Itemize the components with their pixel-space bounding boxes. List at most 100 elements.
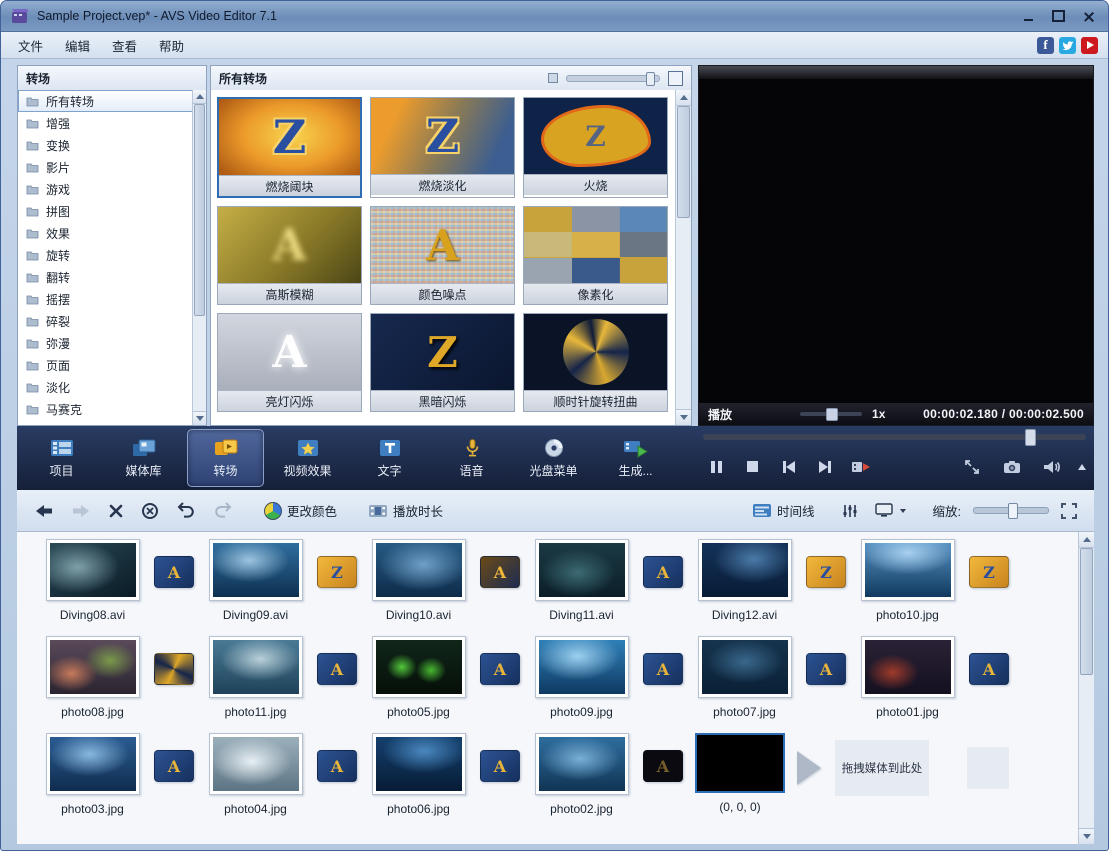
- storyboard-scrollbar[interactable]: [1078, 532, 1094, 844]
- duration-button[interactable]: 播放时长: [363, 497, 448, 524]
- category-item[interactable]: 效果: [18, 222, 193, 244]
- transition-tile[interactable]: 燃烧淡化: [370, 97, 515, 198]
- storyboard-transition-icon[interactable]: [154, 653, 194, 685]
- storyboard-clip[interactable]: photo11.jpg: [206, 636, 305, 719]
- facebook-icon[interactable]: f: [1037, 37, 1054, 54]
- storyboard-transition-icon[interactable]: [317, 653, 357, 685]
- slider-thumb[interactable]: [646, 72, 655, 86]
- transitions-grid-scrollbar[interactable]: [675, 90, 691, 425]
- storyboard-clip-selected[interactable]: (0, 0, 0): [695, 733, 785, 814]
- tab-voice[interactable]: 语音: [433, 429, 510, 487]
- back-button[interactable]: [29, 499, 59, 523]
- storyboard-clip[interactable]: photo03.jpg: [43, 733, 142, 816]
- storyboard-transition-icon[interactable]: [317, 556, 357, 588]
- produce-preview-button[interactable]: [847, 455, 874, 479]
- monitor-view-button[interactable]: [870, 499, 911, 522]
- transition-tile-selected[interactable]: 燃烧阈块: [217, 97, 362, 198]
- redo-button[interactable]: [208, 498, 238, 523]
- storyboard-transition-icon[interactable]: [806, 653, 846, 685]
- storyboard-clip[interactable]: photo02.jpg: [532, 733, 631, 816]
- category-list-scrollbar[interactable]: [192, 90, 206, 425]
- tab-video-effects[interactable]: 视频效果: [269, 429, 346, 487]
- next-frame-button[interactable]: [811, 455, 838, 479]
- volume-button[interactable]: [1038, 455, 1065, 479]
- audio-mixer-button[interactable]: [837, 499, 863, 523]
- scroll-up-icon[interactable]: [1079, 532, 1094, 548]
- storyboard-clip[interactable]: Diving10.avi: [369, 539, 468, 622]
- timeline-toggle-button[interactable]: 时间线: [747, 497, 820, 524]
- menu-file[interactable]: 文件: [7, 33, 54, 58]
- scroll-up-icon[interactable]: [193, 90, 206, 104]
- storyboard-transition-icon[interactable]: [969, 556, 1009, 588]
- category-item[interactable]: 翻转: [18, 266, 193, 288]
- category-item[interactable]: 游戏: [18, 178, 193, 200]
- transition-tile[interactable]: 顺时针旋转扭曲: [523, 313, 668, 412]
- storyboard-transition-icon[interactable]: [643, 556, 683, 588]
- storyboard-clip[interactable]: photo04.jpg: [206, 733, 305, 816]
- empty-transition-slot[interactable]: [967, 747, 1009, 789]
- category-item[interactable]: 影片: [18, 156, 193, 178]
- fit-to-screen-button[interactable]: [1056, 499, 1082, 523]
- slider-thumb[interactable]: [826, 408, 838, 421]
- transition-tile[interactable]: 火烧: [523, 97, 668, 198]
- change-color-button[interactable]: 更改颜色: [259, 497, 342, 524]
- storyboard-transition-icon[interactable]: [154, 556, 194, 588]
- scroll-down-icon[interactable]: [193, 411, 206, 425]
- category-item[interactable]: 增强: [18, 112, 193, 134]
- thumbnail-size-slider[interactable]: [566, 75, 660, 82]
- tab-transitions[interactable]: 转场: [187, 429, 264, 487]
- menu-help[interactable]: 帮助: [148, 33, 195, 58]
- pause-button[interactable]: [703, 455, 730, 479]
- drop-media-target[interactable]: 拖拽媒体到此处: [835, 740, 929, 796]
- storyboard-clip[interactable]: Diving11.avi: [532, 539, 631, 622]
- storyboard-clip[interactable]: Diving12.avi: [695, 539, 794, 622]
- thumbnail-size-small-icon[interactable]: [548, 73, 558, 83]
- forward-button[interactable]: [66, 499, 96, 523]
- volume-popup-icon[interactable]: [1078, 464, 1086, 470]
- storyboard-transition-icon[interactable]: [480, 750, 520, 782]
- storyboard-transition-icon[interactable]: [154, 750, 194, 782]
- storyboard-clip[interactable]: photo08.jpg: [43, 636, 142, 719]
- tab-produce[interactable]: 生成...: [597, 429, 674, 487]
- category-item[interactable]: 马赛克: [18, 398, 193, 420]
- delete-button[interactable]: [103, 499, 129, 523]
- fullscreen-button[interactable]: [958, 455, 985, 479]
- tab-media-library[interactable]: 媒体库: [105, 429, 182, 487]
- seek-thumb[interactable]: [1025, 429, 1036, 446]
- scrollbar-thumb[interactable]: [677, 106, 690, 218]
- snapshot-button[interactable]: [998, 455, 1025, 479]
- scrollbar-thumb[interactable]: [194, 104, 205, 316]
- slider-thumb[interactable]: [1008, 503, 1018, 519]
- storyboard-clip[interactable]: photo10.jpg: [858, 539, 957, 622]
- storyboard-transition-icon[interactable]: [480, 653, 520, 685]
- category-item[interactable]: 变换: [18, 134, 193, 156]
- scroll-down-icon[interactable]: [676, 409, 691, 425]
- storyboard-clip[interactable]: Diving09.avi: [206, 539, 305, 622]
- twitter-icon[interactable]: [1059, 37, 1076, 54]
- transition-tile[interactable]: 像素化: [523, 206, 668, 305]
- undo-button[interactable]: [171, 498, 201, 523]
- youtube-icon[interactable]: [1081, 37, 1098, 54]
- maximize-button[interactable]: [1048, 7, 1068, 25]
- category-item[interactable]: 旋转: [18, 244, 193, 266]
- seek-bar[interactable]: [703, 434, 1086, 440]
- category-item[interactable]: 碎裂: [18, 310, 193, 332]
- minimize-button[interactable]: [1018, 7, 1038, 25]
- storyboard-clip[interactable]: photo07.jpg: [695, 636, 794, 719]
- storyboard-clip[interactable]: photo09.jpg: [532, 636, 631, 719]
- previous-frame-button[interactable]: [775, 455, 802, 479]
- category-item[interactable]: 淡化: [18, 376, 193, 398]
- tab-project[interactable]: 项目: [23, 429, 100, 487]
- storyboard-transition-icon[interactable]: [969, 653, 1009, 685]
- zoom-slider[interactable]: [973, 507, 1049, 514]
- tab-text[interactable]: 文字: [351, 429, 428, 487]
- storyboard-clip[interactable]: photo06.jpg: [369, 733, 468, 816]
- storyboard-transition-icon[interactable]: [643, 750, 683, 782]
- transition-tile[interactable]: 高斯模糊: [217, 206, 362, 305]
- transition-tile[interactable]: 颜色噪点: [370, 206, 515, 305]
- close-button[interactable]: [1078, 7, 1098, 25]
- storyboard-clip[interactable]: photo01.jpg: [858, 636, 957, 719]
- tab-disc-menu[interactable]: 光盘菜单: [515, 429, 592, 487]
- category-item-all[interactable]: 所有转场: [18, 90, 193, 112]
- category-item[interactable]: 拼图: [18, 200, 193, 222]
